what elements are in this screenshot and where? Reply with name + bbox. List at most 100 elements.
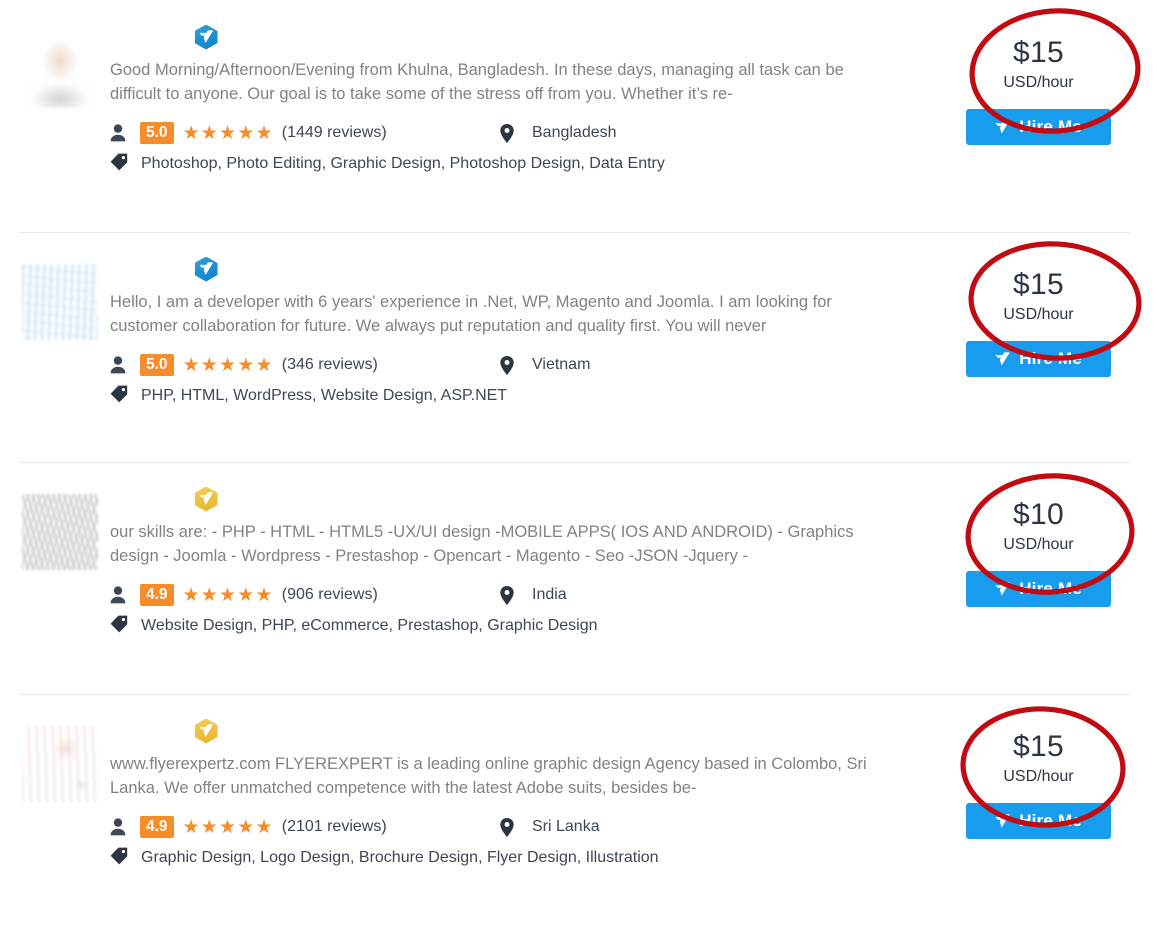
hire-me-label: Hire Me xyxy=(1019,811,1082,830)
freelancer-card[interactable]: www.flyerexpertz.com FLYEREXPERT is a le… xyxy=(0,694,1158,932)
freelancer-card[interactable]: Hello, I am a developer with 6 years' ex… xyxy=(0,232,1158,462)
price-column: $10 USD/hour Hire Me xyxy=(943,484,1158,607)
person-icon xyxy=(110,818,132,836)
name-row xyxy=(110,484,925,514)
hire-me-label: Hire Me xyxy=(1019,117,1082,136)
price-amount: $15 xyxy=(1013,36,1064,69)
tag-icon xyxy=(110,615,132,633)
card-body: Good Morning/Afternoon/Evening from Khul… xyxy=(110,22,943,174)
freelancer-name[interactable] xyxy=(110,488,183,510)
reviews-count: (2101 reviews) xyxy=(281,818,387,835)
tag-icon xyxy=(110,847,132,865)
location-text: Sri Lanka xyxy=(532,818,600,835)
card-body: our skills are: - PHP - HTML - HTML5 -UX… xyxy=(110,484,943,636)
location-group: Sri Lanka xyxy=(500,817,600,837)
hire-me-button[interactable]: Hire Me xyxy=(966,803,1111,839)
freelancer-results-list: Good Morning/Afternoon/Evening from Khul… xyxy=(0,0,1158,932)
price-unit: USD/hour xyxy=(1003,768,1074,785)
rating-group: 5.0 ★★★★★ (1449 reviews) xyxy=(110,122,500,144)
meta-row: 4.9 ★★★★★ (906 reviews) India xyxy=(110,584,925,606)
tag-icon xyxy=(110,385,132,403)
name-row xyxy=(110,716,925,746)
reviews-count: (1449 reviews) xyxy=(281,124,387,141)
verified-badge-icon xyxy=(194,256,218,282)
price-column: $15 USD/hour Hire Me xyxy=(943,22,1158,145)
skills-row: Graphic Design, Logo Design, Brochure De… xyxy=(110,847,925,868)
reviews-count: (346 reviews) xyxy=(281,356,378,373)
avatar[interactable] xyxy=(22,494,98,570)
name-row xyxy=(110,22,925,52)
avatar[interactable] xyxy=(22,32,98,108)
meta-row: 5.0 ★★★★★ (1449 reviews) Bangladesh xyxy=(110,122,925,144)
verified-badge-icon xyxy=(194,24,218,50)
rating-badge: 4.9 xyxy=(140,584,174,606)
price-amount: $15 xyxy=(1013,730,1064,763)
freelancer-description: Hello, I am a developer with 6 years' ex… xyxy=(110,293,832,335)
freelancer-name[interactable] xyxy=(110,720,183,742)
location-text: Vietnam xyxy=(532,356,591,373)
card-divider xyxy=(20,462,1130,463)
rating-badge: 5.0 xyxy=(140,122,174,144)
skills-text[interactable]: PHP, HTML, WordPress, Website Design, AS… xyxy=(141,385,507,406)
location-pin-icon xyxy=(500,817,522,837)
price-unit: USD/hour xyxy=(1003,306,1074,323)
rating-badge: 5.0 xyxy=(140,354,174,376)
hire-me-button[interactable]: Hire Me xyxy=(966,109,1111,145)
hire-me-button[interactable]: Hire Me xyxy=(966,341,1111,377)
person-icon xyxy=(110,586,132,604)
location-pin-icon xyxy=(500,355,522,375)
avatar-column xyxy=(0,22,110,108)
verified-badge-icon xyxy=(194,486,218,512)
freelancer-bird-icon xyxy=(995,814,1010,828)
skills-row: Website Design, PHP, eCommerce, Prestash… xyxy=(110,615,925,636)
avatar-column xyxy=(0,254,110,340)
freelancer-card[interactable]: our skills are: - PHP - HTML - HTML5 -UX… xyxy=(0,462,1158,694)
card-body: Hello, I am a developer with 6 years' ex… xyxy=(110,254,943,406)
price-unit: USD/hour xyxy=(1003,536,1074,553)
price-amount: $10 xyxy=(1013,498,1064,531)
person-icon xyxy=(110,356,132,374)
price-column: $15 USD/hour Hire Me xyxy=(943,254,1158,377)
price-column: $15 USD/hour Hire Me xyxy=(943,716,1158,839)
name-row xyxy=(110,254,925,284)
hire-me-button[interactable]: Hire Me xyxy=(966,571,1111,607)
price-amount: $15 xyxy=(1013,268,1064,301)
freelancer-description: www.flyerexpertz.com FLYEREXPERT is a le… xyxy=(110,755,867,797)
rating-group: 4.9 ★★★★★ (2101 reviews) xyxy=(110,816,500,838)
location-pin-icon xyxy=(500,585,522,605)
card-divider xyxy=(20,694,1130,695)
skills-row: Photoshop, Photo Editing, Graphic Design… xyxy=(110,153,925,174)
freelancer-bird-icon xyxy=(995,582,1010,596)
rating-badge: 4.9 xyxy=(140,816,174,838)
avatar[interactable] xyxy=(22,726,98,802)
freelancer-name[interactable] xyxy=(110,26,183,48)
skills-text[interactable]: Website Design, PHP, eCommerce, Prestash… xyxy=(141,615,598,636)
location-group: Vietnam xyxy=(500,355,591,375)
freelancer-name[interactable] xyxy=(110,258,183,280)
location-group: Bangladesh xyxy=(500,123,617,143)
avatar[interactable] xyxy=(22,264,98,340)
skills-text[interactable]: Graphic Design, Logo Design, Brochure De… xyxy=(141,847,659,868)
reviews-count: (906 reviews) xyxy=(281,586,378,603)
freelancer-card[interactable]: Good Morning/Afternoon/Evening from Khul… xyxy=(0,0,1158,232)
location-group: India xyxy=(500,585,567,605)
location-pin-icon xyxy=(500,123,522,143)
location-text: Bangladesh xyxy=(532,124,617,141)
rating-group: 5.0 ★★★★★ (346 reviews) xyxy=(110,354,500,376)
verified-badge-icon xyxy=(194,718,218,744)
price-unit: USD/hour xyxy=(1003,74,1074,91)
rating-group: 4.9 ★★★★★ (906 reviews) xyxy=(110,584,500,606)
hire-me-label: Hire Me xyxy=(1019,349,1082,368)
star-rating-icon: ★★★★★ xyxy=(182,354,274,376)
hire-me-label: Hire Me xyxy=(1019,579,1082,598)
star-rating-icon: ★★★★★ xyxy=(182,816,274,838)
freelancer-description: Good Morning/Afternoon/Evening from Khul… xyxy=(110,61,844,103)
tag-icon xyxy=(110,153,132,171)
person-icon xyxy=(110,124,132,142)
skills-row: PHP, HTML, WordPress, Website Design, AS… xyxy=(110,385,925,406)
location-text: India xyxy=(532,586,567,603)
avatar-column xyxy=(0,716,110,802)
skills-text[interactable]: Photoshop, Photo Editing, Graphic Design… xyxy=(141,153,665,174)
star-rating-icon: ★★★★★ xyxy=(182,584,274,606)
freelancer-bird-icon xyxy=(995,120,1010,134)
